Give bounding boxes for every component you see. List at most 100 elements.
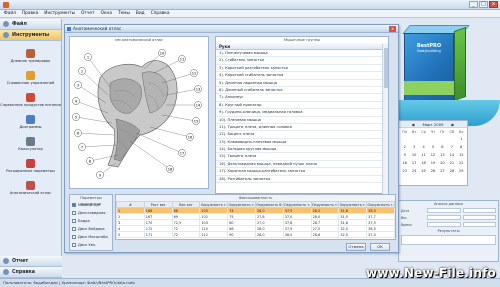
analysis-field[interactable] <box>462 208 496 213</box>
option-checkbox[interactable] <box>72 243 76 247</box>
calendar-day[interactable]: 28 <box>447 167 456 175</box>
muscle-list-item[interactable]: 1). Плечелучевая мышца <box>216 50 382 58</box>
muscle-list-item[interactable]: 14). Большая круглая мышца <box>216 146 382 154</box>
muscle-list-item[interactable]: 2). Сгибатель запястья <box>216 57 382 65</box>
option-checkbox[interactable] <box>72 203 76 207</box>
calendar-day[interactable]: 2 <box>400 143 409 151</box>
calendar-day[interactable]: 29 <box>457 167 466 175</box>
calendar-day[interactable]: 9 <box>400 151 409 159</box>
calendar-day[interactable]: 3 <box>409 143 418 151</box>
calendar-day[interactable]: 17 <box>409 159 418 167</box>
analysis-field[interactable] <box>427 215 461 220</box>
muscle-list-item[interactable]: 18). Разгибатель запястья <box>216 176 382 184</box>
sidebar-item-diary[interactable]: Дневник тренировок <box>0 45 61 67</box>
menu-edit[interactable]: Правка <box>22 11 38 16</box>
option-checkbox[interactable] <box>72 235 76 239</box>
view-option[interactable]: Дельтовидная <box>70 209 112 217</box>
analysis-field[interactable] <box>427 208 461 213</box>
prev-month-icon[interactable]: ◀ <box>412 122 415 127</box>
box-logo: BestPRO Bodybuilding <box>408 43 450 53</box>
maximize-button[interactable]: □ <box>479 1 488 8</box>
view-option[interactable]: Мышцы рук <box>70 201 112 209</box>
calendar-day[interactable]: 15 <box>457 151 466 159</box>
option-checkbox[interactable] <box>72 211 76 215</box>
sidebar-item-food[interactable]: Справочник продуктов питания <box>0 89 61 111</box>
view-option[interactable]: Диск Масштаба <box>70 233 112 241</box>
calendar-day[interactable]: 18 <box>419 159 428 167</box>
arm-muscles-illustration[interactable]: 123456789101112131415161718 <box>70 43 208 188</box>
calendar-day[interactable]: 6 <box>438 143 447 151</box>
calendar-day[interactable]: 14 <box>447 151 456 159</box>
muscle-list-item[interactable]: 13). Клювовидно-плечевая мышца <box>216 139 382 147</box>
option-checkbox[interactable] <box>72 227 76 231</box>
sidebar-item-exercises[interactable]: Справочник упражнений <box>0 67 61 89</box>
muscle-list-item[interactable]: 6). Длинный сгибатель запястья <box>216 87 382 95</box>
calendar-day[interactable]: 27 <box>438 167 447 175</box>
analysis-field[interactable] <box>462 222 496 227</box>
muscle-list-item[interactable]: 15). Трицепс плеча <box>216 153 382 161</box>
sidebar-section-help[interactable]: Справка <box>0 267 62 278</box>
muscle-list-item[interactable]: 11). Трицепс плеча, длинная головка <box>216 124 382 132</box>
calendar-day[interactable]: 22 <box>457 159 466 167</box>
menu-view[interactable]: Вид <box>136 11 145 16</box>
grid-row[interactable]: 5 171 72 112 90 28,0 38,5 28,6 32,5 37,0 <box>116 231 395 238</box>
muscle-list-item[interactable]: 7). Анконеус <box>216 94 382 102</box>
menu-report[interactable]: Отчет <box>81 11 95 16</box>
menu-tools[interactable]: Инструменты <box>44 11 75 16</box>
calendar-day[interactable]: 12 <box>428 151 437 159</box>
sidebar-section-report[interactable]: Отчет <box>0 256 62 267</box>
sidebar-item-calculator[interactable]: Калькулятор <box>0 133 61 155</box>
muscle-list-item[interactable]: 4). Короткий сгибатель запястья <box>216 72 382 80</box>
sidebar-section-file[interactable]: Файл <box>0 19 61 30</box>
calendar-day[interactable]: 11 <box>419 151 428 159</box>
calendar-day[interactable]: 20 <box>438 159 447 167</box>
menu-help[interactable]: Справка <box>151 11 170 16</box>
calendar-day[interactable]: 5 <box>428 143 437 151</box>
view-option[interactable]: Диск Вейдера <box>70 225 112 233</box>
close-button[interactable]: x <box>489 1 498 8</box>
calendar-day[interactable]: 26 <box>428 167 437 175</box>
option-checkbox[interactable] <box>72 219 76 223</box>
calendar-day[interactable]: 4 <box>419 143 428 151</box>
menu-themes[interactable]: Темы <box>118 11 130 16</box>
muscle-list-item[interactable]: 5). Длинная ладонная мышца <box>216 80 382 87</box>
muscle-list-item[interactable]: 16). Дельтовидная мышца, передний пучок … <box>216 161 382 169</box>
muscle-list-item[interactable]: 12). Бицепс плеча <box>216 131 382 139</box>
calendar-day[interactable]: 10 <box>409 151 418 159</box>
menu-windows[interactable]: Окна <box>101 11 112 16</box>
dialog-close-button[interactable]: x <box>389 26 396 32</box>
calendar-day[interactable]: 16 <box>400 159 409 167</box>
sidebar-item-atlas[interactable]: Анатомический атлас <box>0 177 61 199</box>
sidebar-item-charts[interactable]: Диаграммы <box>0 111 61 133</box>
muscle-list-item[interactable]: 9). Грудино-ключица, медиальная головка <box>216 109 382 117</box>
muscle-list-item[interactable]: 17). Короткая мышца-разгибатель запястья <box>216 168 382 176</box>
minimize-button[interactable]: _ <box>469 1 478 8</box>
calendar-day[interactable]: 24 <box>409 167 418 175</box>
grid-cell: 28,0 <box>254 231 284 238</box>
muscle-list-item[interactable]: 3). Короткий разгибатель запястья <box>216 65 382 73</box>
menu-file[interactable]: Файл <box>4 11 16 16</box>
view-option[interactable]: Бедра <box>70 217 112 225</box>
next-month-icon[interactable]: ▶ <box>452 122 455 127</box>
calendar-day[interactable]: 1 <box>457 135 466 143</box>
view-option[interactable]: Диск Увл. <box>70 241 112 249</box>
results-field[interactable] <box>401 235 496 245</box>
list-group-header[interactable]: Руки <box>216 43 388 50</box>
ok-button[interactable]: ОК <box>370 243 390 251</box>
analysis-field[interactable] <box>427 222 461 227</box>
calendar-day[interactable]: 21 <box>447 159 456 167</box>
sidebar-item-params[interactable]: Расширенные параметры <box>0 155 61 177</box>
calendar-day[interactable]: 23 <box>400 167 409 175</box>
analysis-field[interactable] <box>462 215 496 220</box>
calendar-day[interactable]: 13 <box>438 151 447 159</box>
calendar-day[interactable]: 19 <box>428 159 437 167</box>
muscle-list-item[interactable]: 10). Плечевая мышца <box>216 117 382 124</box>
list-scrollbar[interactable] <box>382 44 388 194</box>
muscle-list-item[interactable]: 8). Круглый пронатор <box>216 102 382 110</box>
cancel-button[interactable]: Отмена <box>346 243 366 251</box>
calendar-day[interactable]: 8 <box>457 143 466 151</box>
calendar-day[interactable]: 7 <box>447 143 456 151</box>
sidebar-section-tools[interactable]: Инструменты <box>0 30 61 41</box>
scrollbar-thumb[interactable] <box>384 48 388 88</box>
calendar-day[interactable]: 25 <box>419 167 428 175</box>
